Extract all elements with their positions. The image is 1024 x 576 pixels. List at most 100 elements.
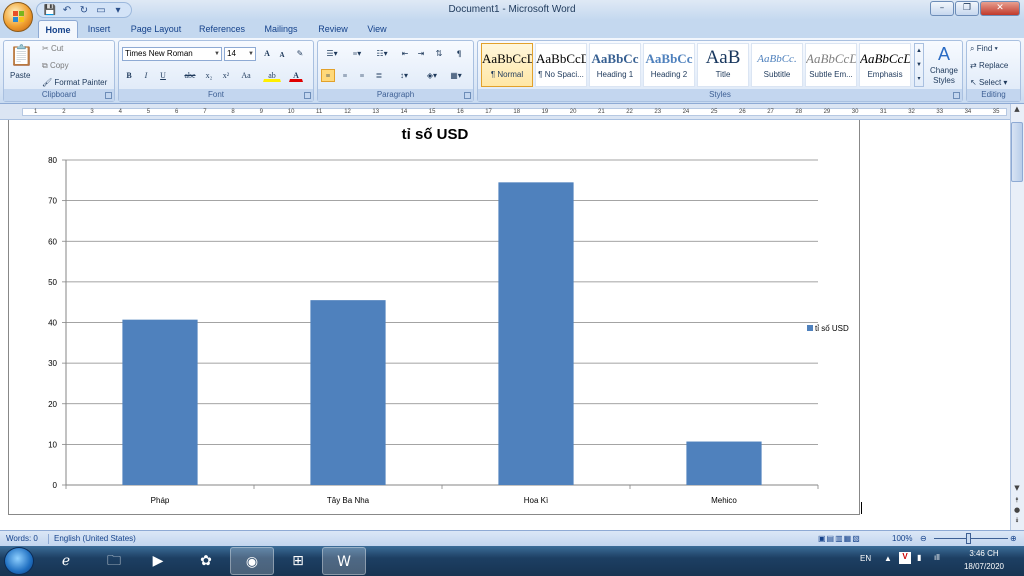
style-title[interactable]: AaB Title — [697, 43, 749, 87]
start-button[interactable] — [4, 547, 34, 575]
align-right-icon[interactable]: ≡ — [355, 69, 369, 82]
underline-button[interactable]: U — [156, 69, 170, 82]
previous-page-icon[interactable]: ⯭ — [1011, 496, 1023, 506]
shrink-font-button[interactable]: A — [275, 48, 289, 61]
zoom-in-icon[interactable]: ⊕ — [1010, 534, 1017, 543]
style-no-spacing[interactable]: AaBbCcDc ¶ No Spaci... — [535, 43, 587, 87]
align-center-icon[interactable]: ≡ — [338, 69, 352, 82]
tray-expand-icon[interactable]: ▲ — [884, 554, 892, 563]
styles-scroll-icon[interactable]: ▲ ▼ ▾ — [914, 43, 924, 87]
file-explorer-icon[interactable]: 🗀 — [92, 547, 136, 575]
replace-button[interactable]: ⇄ Replace — [970, 61, 1008, 70]
style-subtitle[interactable]: AaBbCc. Subtitle — [751, 43, 803, 87]
view-buttons-icon[interactable]: ▣▤▥▦▧ — [818, 534, 861, 543]
paste-icon[interactable]: 📋 — [9, 43, 34, 68]
highlight-button[interactable]: ab — [263, 69, 281, 82]
subscript-button[interactable]: x₂ — [202, 69, 216, 82]
next-page-icon[interactable]: ⯯ — [1011, 516, 1023, 526]
style-heading-1[interactable]: AaBbCc Heading 1 — [589, 43, 641, 87]
style-sample: AaBbCcDc — [806, 51, 856, 66]
language-indicator[interactable]: English (United States) — [54, 534, 136, 543]
zoom-slider[interactable] — [934, 538, 1008, 539]
bold-button[interactable]: B — [122, 69, 136, 82]
borders-icon[interactable]: ▦▾ — [446, 69, 466, 82]
strikethrough-button[interactable]: abe — [181, 69, 199, 82]
close-button[interactable]: ✕ — [980, 1, 1020, 16]
line-spacing-icon[interactable]: ↕▾ — [394, 69, 414, 82]
tab-references[interactable]: References — [194, 20, 250, 38]
tab-page-layout[interactable]: Page Layout — [128, 20, 184, 38]
clock-time[interactable]: 3:46 CH — [958, 549, 1010, 558]
font-size-combo[interactable]: 14 ▼ — [224, 47, 256, 61]
style-subtle-emphasis[interactable]: AaBbCcDc Subtle Em... — [805, 43, 857, 87]
bar-chart[interactable]: tỉ số USD 0 10 20 30 40 50 60 70 80 Pháp Tây Ba Nha… — [0, 120, 1010, 520]
scroll-up-icon[interactable]: ▲ — [1011, 105, 1023, 115]
paste-button[interactable]: Paste — [10, 71, 30, 80]
ruler-number: 8 — [231, 109, 235, 115]
change-styles-button[interactable]: A Change Styles — [928, 42, 960, 86]
zalo-app-icon[interactable]: ✿ — [184, 547, 228, 575]
font-name-combo[interactable]: Times New Roman ▼ — [122, 47, 222, 61]
find-button[interactable]: ⌕ Find ▾ — [970, 44, 998, 54]
justify-icon[interactable]: ≣ — [372, 69, 386, 82]
styles-group-label: Styles — [478, 89, 962, 101]
maximize-button[interactable]: ❐ — [955, 1, 979, 16]
copy-button[interactable]: ⧉ Copy — [42, 61, 69, 71]
zoom-slider-thumb[interactable] — [966, 533, 971, 544]
paint-app-icon[interactable]: ⊞ — [276, 547, 320, 575]
clock-date[interactable]: 18/07/2020 — [958, 562, 1010, 571]
tab-mailings[interactable]: Mailings — [258, 20, 304, 38]
font-launcher-icon[interactable] — [304, 92, 311, 99]
status-bar: Words: 0 English (United States) ▣▤▥▦▧ 1… — [0, 530, 1024, 546]
horizontal-ruler[interactable]: 1 2 3 4 5 6 7 8 9 10 11 12 13 14 15 16 17 18 19 20 21 22 23 24 2… — [0, 104, 1024, 120]
style-emphasis[interactable]: AaBbCcDc Emphasis — [859, 43, 911, 87]
input-language[interactable]: EN — [860, 554, 871, 563]
tab-home[interactable]: Home — [38, 20, 78, 38]
chrome-icon[interactable]: ◉ — [230, 547, 274, 575]
tab-review[interactable]: Review — [314, 20, 352, 38]
change-case-button[interactable]: Aa — [237, 69, 255, 82]
grow-font-button[interactable]: A — [260, 47, 274, 60]
word-app-icon[interactable]: W — [322, 547, 366, 575]
tab-insert[interactable]: Insert — [82, 20, 116, 38]
battery-icon[interactable]: ▮ — [917, 553, 921, 562]
ruler-number: 7 — [203, 109, 207, 115]
ruler-number: 3 — [90, 109, 94, 115]
styles-launcher-icon[interactable] — [953, 92, 960, 99]
style-heading-2[interactable]: AaBbCc Heading 2 — [643, 43, 695, 87]
superscript-button[interactable]: x² — [219, 69, 233, 82]
word-count[interactable]: Words: 0 — [6, 534, 38, 543]
scroll-down-icon[interactable]: ▼ — [1011, 484, 1023, 494]
italic-button[interactable]: I — [139, 69, 153, 82]
clear-formatting-button[interactable]: ✎ — [293, 47, 307, 60]
decrease-indent-icon[interactable]: ⇤ — [398, 47, 412, 60]
zoom-level[interactable]: 100% — [892, 534, 912, 543]
clipboard-launcher-icon[interactable] — [105, 92, 112, 99]
bullets-icon[interactable]: ☰▾ — [321, 47, 343, 60]
paragraph-launcher-icon[interactable] — [464, 92, 471, 99]
format-painter-button[interactable]: 🖌 Format Painter — [42, 78, 107, 87]
show-formatting-button[interactable]: ¶ — [452, 47, 466, 60]
network-icon[interactable]: ıll — [934, 553, 940, 562]
shading-icon[interactable]: ◈▾ — [422, 69, 442, 82]
office-button[interactable] — [3, 2, 33, 32]
align-left-icon[interactable]: ≡ — [321, 69, 335, 82]
select-button[interactable]: ↖ Select ▾ — [970, 78, 1007, 87]
ruler-number: 30 — [851, 109, 859, 115]
scrollbar-thumb[interactable] — [1011, 122, 1023, 182]
multilevel-list-icon[interactable]: ☷▾ — [371, 47, 393, 60]
sort-icon[interactable]: ⇅ — [432, 47, 446, 60]
font-color-button[interactable]: A — [289, 69, 303, 82]
media-player-icon[interactable]: ▶ — [136, 547, 180, 575]
browse-object-icon[interactable]: ● — [1011, 506, 1023, 516]
minimize-button[interactable]: – — [930, 1, 954, 16]
increase-indent-icon[interactable]: ⇥ — [414, 47, 428, 60]
ruler-number: 1 — [34, 109, 38, 115]
antivirus-icon[interactable]: V — [899, 552, 911, 564]
tab-view[interactable]: View — [362, 20, 392, 38]
zoom-out-icon[interactable]: ⊖ — [920, 534, 927, 543]
style-normal[interactable]: AaBbCcDc ¶ Normal — [481, 43, 533, 87]
numbering-icon[interactable]: ≡▾ — [346, 47, 368, 60]
cut-button[interactable]: ✂ Cut — [42, 44, 63, 53]
internet-explorer-icon[interactable]: ℯ — [44, 547, 88, 575]
